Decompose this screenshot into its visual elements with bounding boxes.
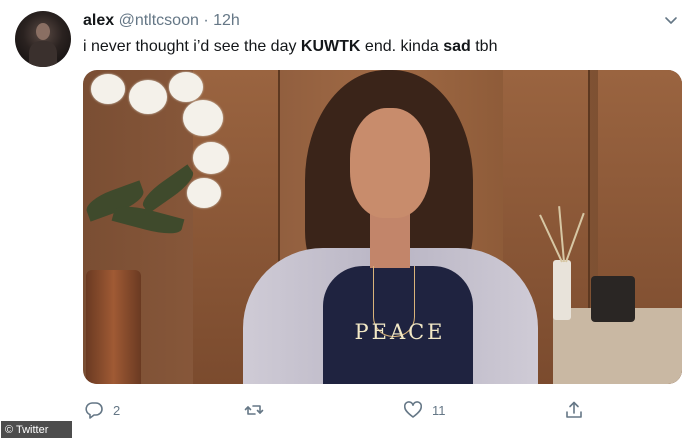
retweet-icon: [244, 405, 264, 415]
timestamp[interactable]: 12h: [213, 12, 240, 29]
tweet-text-part: end. kinda: [360, 38, 444, 55]
orchid-flower: [91, 74, 125, 104]
chevron-down-icon[interactable]: [664, 13, 678, 27]
orchid-flower: [187, 178, 221, 208]
avatar-body: [29, 41, 57, 67]
tweet-text-bold: KUWTK: [300, 38, 361, 55]
tweet-header: alex @ntltcsoon · 12h: [83, 12, 240, 30]
orchid-flower: [193, 142, 229, 174]
candle-jar: [591, 276, 635, 322]
like-count: 11: [432, 402, 446, 418]
reply-count: 2: [113, 402, 121, 418]
like-button[interactable]: 11: [403, 400, 446, 420]
person-face: [350, 108, 430, 218]
reply-button[interactable]: 2: [84, 400, 120, 420]
reed-diffuser: [553, 260, 571, 320]
vase: [86, 270, 141, 384]
shirt-print-text: PEACE: [354, 320, 446, 344]
author-handle[interactable]: @ntltcsoon: [119, 12, 199, 29]
tweet-text-part: tbh: [470, 38, 498, 55]
orchid-flower: [183, 100, 223, 136]
reply-icon: [85, 402, 103, 419]
share-icon: [566, 401, 582, 418]
tweet-text-bold: sad: [443, 38, 471, 55]
avatar[interactable]: [15, 11, 71, 67]
avatar-head: [36, 23, 50, 40]
share-button[interactable]: [564, 400, 584, 420]
heart-icon: [403, 401, 423, 418]
author-name[interactable]: alex: [83, 12, 114, 29]
retweet-button[interactable]: [244, 400, 273, 420]
twitter-watermark: © Twitter: [1, 421, 72, 438]
tweet-media-image[interactable]: PEACE: [83, 70, 682, 384]
tweet-text: i never thought i’d see the day KUWTK en…: [83, 38, 497, 56]
orchid-flower: [129, 80, 167, 114]
tweet-text-part: i never thought i’d see the day: [83, 38, 301, 55]
orchid-flower: [169, 72, 203, 102]
separator-dot: ·: [203, 12, 209, 29]
